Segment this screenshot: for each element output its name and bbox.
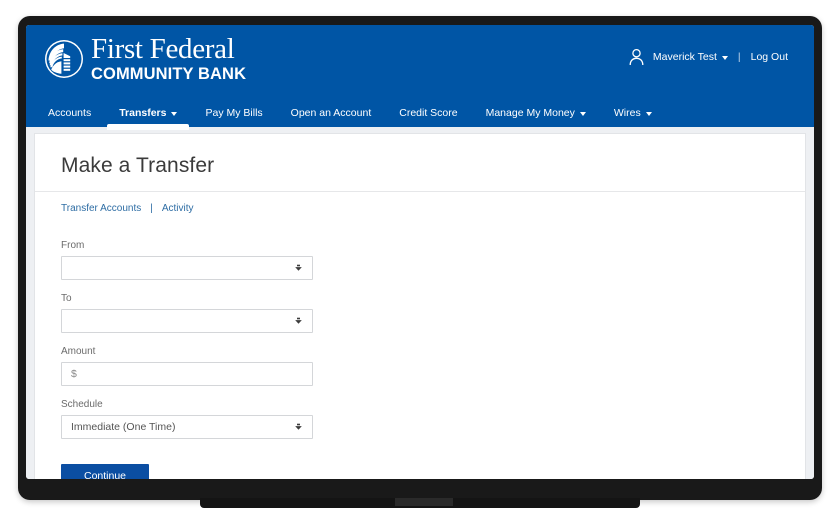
sub-navigation: Transfer Accounts | Activity <box>61 203 779 214</box>
user-separator: | <box>737 51 741 63</box>
user-avatar-icon <box>628 48 645 66</box>
nav-item-label: Pay My Bills <box>205 107 263 119</box>
nav-item-accounts[interactable]: Accounts <box>44 107 105 127</box>
transfer-card: Make a Transfer Transfer Accounts | Acti… <box>34 133 806 479</box>
nav-item-transfers[interactable]: Transfers <box>105 107 191 130</box>
subnav-divider: | <box>150 203 153 214</box>
logout-link[interactable]: Log Out <box>751 51 788 63</box>
from-select[interactable] <box>61 256 313 280</box>
user-name-label: Maverick Test <box>652 51 717 63</box>
nav-item-label: Credit Score <box>399 107 458 119</box>
chevron-down-icon <box>171 112 178 116</box>
amount-placeholder: $ <box>71 368 77 380</box>
field-to: To <box>61 293 779 333</box>
nav-item-credit-score[interactable]: Credit Score <box>385 107 471 127</box>
nav-item-label: Transfers <box>119 107 167 119</box>
nav-item-pay-my-bills[interactable]: Pay My Bills <box>191 107 276 127</box>
nav-item-open-an-account[interactable]: Open an Account <box>277 107 386 127</box>
bank-circle-logo-icon <box>44 39 84 79</box>
user-menu-button[interactable]: Maverick Test <box>653 51 728 63</box>
chevron-down-icon <box>645 112 652 116</box>
schedule-select[interactable]: Immediate (One Time) <box>61 415 313 439</box>
field-from: From <box>61 240 779 280</box>
nav-item-wires[interactable]: Wires <box>600 107 666 127</box>
schedule-label: Schedule <box>61 399 103 410</box>
nav-item-label: Manage My Money <box>485 107 575 119</box>
select-caret-icon <box>294 423 303 432</box>
site-header: First Federal COMMUNITY BANK Maverick Te… <box>26 25 814 98</box>
select-caret-icon <box>294 264 303 273</box>
select-caret-icon <box>294 317 303 326</box>
to-select[interactable] <box>61 309 313 333</box>
user-area: Maverick Test | Log Out <box>628 48 788 66</box>
nav-item-label: Accounts <box>48 107 92 119</box>
field-schedule: Schedule Immediate (One Time) <box>61 399 779 439</box>
amount-label: Amount <box>61 346 96 357</box>
brand-name-primary: First Federal <box>91 33 235 65</box>
brand-wordmark: First Federal COMMUNITY BANK <box>91 33 247 84</box>
chevron-down-icon <box>579 112 586 116</box>
continue-button[interactable]: Continue <box>61 464 149 479</box>
monitor-screen: First Federal COMMUNITY BANK Maverick Te… <box>26 25 814 479</box>
page-title: Make a Transfer <box>61 154 215 177</box>
subnav-link-transfer-accounts[interactable]: Transfer Accounts <box>61 203 141 214</box>
chevron-down-icon <box>721 56 728 60</box>
monitor-bezel: First Federal COMMUNITY BANK Maverick Te… <box>18 16 822 500</box>
brand-logo[interactable]: First Federal COMMUNITY BANK <box>44 34 246 83</box>
monitor-stand-notch <box>395 498 453 506</box>
screenshot-stage: First Federal COMMUNITY BANK Maverick Te… <box>0 0 840 525</box>
nav-item-label: Open an Account <box>290 107 372 119</box>
nav-item-manage-my-money[interactable]: Manage My Money <box>472 107 600 127</box>
to-label: To <box>61 293 72 304</box>
main-navigation: Accounts Transfers Pay My Bills Open an … <box>26 98 814 130</box>
amount-input[interactable]: $ <box>61 362 313 386</box>
nav-item-label: Wires <box>613 107 641 119</box>
subnav-link-activity[interactable]: Activity <box>162 203 194 214</box>
schedule-value: Immediate (One Time) <box>71 421 176 433</box>
brand-name-secondary: COMMUNITY BANK <box>91 65 247 83</box>
page-body: Make a Transfer Transfer Accounts | Acti… <box>26 127 814 479</box>
field-amount: Amount $ <box>61 346 779 386</box>
from-label: From <box>61 240 85 251</box>
title-divider <box>35 191 805 192</box>
